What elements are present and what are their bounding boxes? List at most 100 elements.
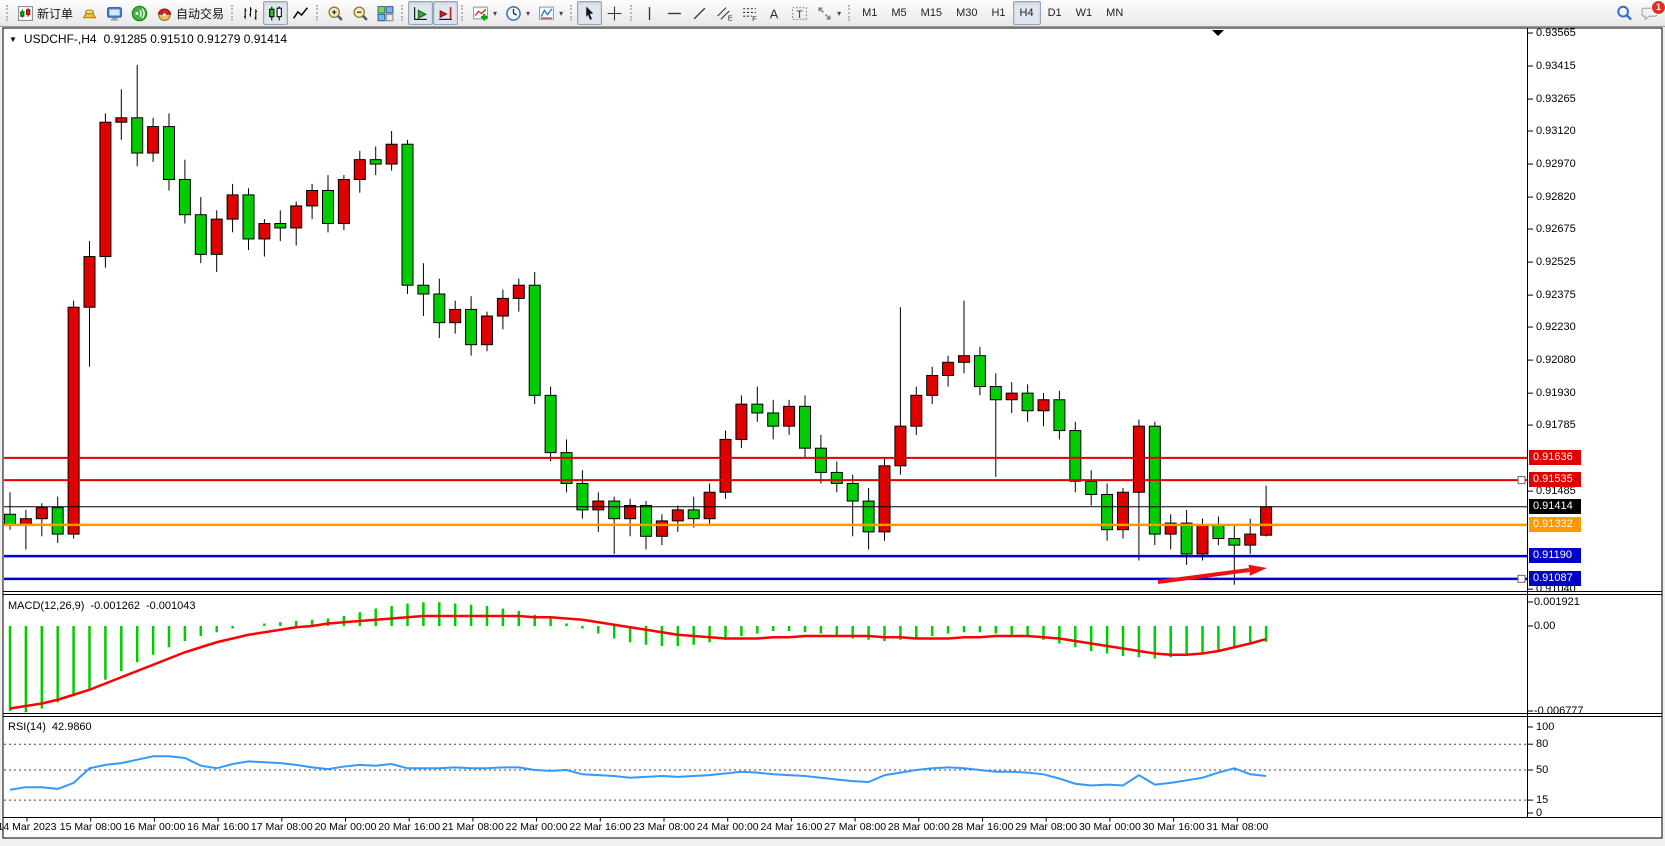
- candle-bearish: [752, 404, 763, 413]
- candle-bullish: [1006, 393, 1017, 400]
- candle-bearish: [800, 406, 811, 448]
- tf-h4-button[interactable]: H4: [1013, 1, 1041, 25]
- indicators-button[interactable]: ▾: [468, 1, 501, 25]
- line-chart-icon: [292, 5, 309, 22]
- trendline-icon: [691, 5, 708, 22]
- candle-bullish: [672, 510, 683, 521]
- candle-bearish: [1022, 393, 1033, 411]
- community-button[interactable]: [102, 1, 127, 25]
- tf-m5-button[interactable]: M5: [884, 1, 913, 25]
- candle-bullish: [895, 426, 906, 466]
- templates-icon: [538, 5, 555, 22]
- crosshair-button[interactable]: [602, 1, 627, 25]
- hline-anchor-marker[interactable]: [1518, 477, 1525, 484]
- macd-main-value: -0.001262: [90, 600, 140, 612]
- candlestick-chart-button[interactable]: [263, 1, 288, 25]
- chat-button[interactable]: 1: [1637, 1, 1662, 25]
- candle-bearish: [688, 510, 699, 519]
- cursor-button[interactable]: [577, 1, 602, 25]
- candle-bullish: [227, 195, 238, 219]
- candle-bullish: [1197, 525, 1208, 554]
- chart-shift-icon: [437, 5, 454, 22]
- auto-trading-icon: [156, 5, 173, 22]
- line-chart-button[interactable]: [288, 1, 313, 25]
- crosshair-icon: [606, 5, 623, 22]
- chart-shift-button[interactable]: [433, 1, 458, 25]
- candle-bearish: [52, 508, 63, 534]
- tf-d1-button[interactable]: D1: [1041, 1, 1069, 25]
- auto-scroll-button[interactable]: [408, 1, 433, 25]
- horizontal-line-button[interactable]: [662, 1, 687, 25]
- candle-bearish: [370, 160, 381, 164]
- candle-bearish: [847, 483, 858, 501]
- candle-bearish: [418, 285, 429, 294]
- tf-m5-button-label: M5: [888, 7, 909, 19]
- periods-dropdown-icon[interactable]: ▾: [526, 9, 530, 18]
- gold-button[interactable]: [77, 1, 102, 25]
- indicators-icon: [472, 5, 489, 22]
- tf-m1-button[interactable]: M1: [855, 1, 884, 25]
- cursor-icon: [581, 5, 598, 22]
- candle-bearish: [1054, 400, 1065, 431]
- svg-text:F: F: [752, 13, 757, 21]
- candle-bearish: [323, 190, 334, 223]
- rsi-value: 42.9860: [52, 721, 92, 733]
- candle-bullish: [736, 404, 747, 439]
- chart-dropdown-icon[interactable]: ▼: [9, 35, 17, 44]
- candle-bullish: [36, 508, 47, 519]
- zoom-in-button[interactable]: [323, 1, 348, 25]
- candle-bullish: [784, 406, 795, 426]
- zoom-in-icon: [327, 5, 344, 22]
- hline-anchor-marker[interactable]: [1518, 575, 1525, 582]
- fibonacci-button[interactable]: F: [737, 1, 762, 25]
- tf-w1-button[interactable]: W1: [1069, 1, 1100, 25]
- candle-bearish: [164, 127, 175, 180]
- channel-button[interactable]: E: [712, 1, 737, 25]
- toolbar-group-grip: [6, 5, 8, 21]
- macd-name: MACD(12,26,9): [8, 600, 84, 612]
- bar-chart-button[interactable]: [238, 1, 263, 25]
- tf-m30-button[interactable]: M30: [949, 1, 984, 25]
- tf-m15-button[interactable]: M15: [914, 1, 949, 25]
- candle-bearish: [1181, 523, 1192, 554]
- candle-bearish: [831, 472, 842, 483]
- candle-bullish: [625, 505, 636, 518]
- candle-bearish: [974, 356, 985, 387]
- candle-bearish: [1229, 539, 1240, 546]
- rsi-indicator-label: RSI(14) 42.9860: [8, 721, 92, 733]
- search-button[interactable]: [1612, 1, 1637, 25]
- tf-h1-button[interactable]: H1: [984, 1, 1012, 25]
- macd-signal-value: -0.001043: [146, 600, 196, 612]
- new-order-icon: [17, 5, 34, 22]
- trendline-button[interactable]: [687, 1, 712, 25]
- label-button[interactable]: T: [787, 1, 812, 25]
- tf-mn-button[interactable]: MN: [1099, 1, 1130, 25]
- chart-canvas[interactable]: [0, 0, 1665, 846]
- indicators-dropdown-icon[interactable]: ▾: [493, 9, 497, 18]
- candle-bullish: [720, 439, 731, 492]
- candle-bearish: [1086, 481, 1097, 494]
- vertical-line-button[interactable]: [637, 1, 662, 25]
- zoom-out-button[interactable]: [348, 1, 373, 25]
- candle-bullish: [148, 127, 159, 153]
- candle-bullish: [943, 362, 954, 375]
- candle-bullish: [84, 257, 95, 308]
- templates-dropdown-icon[interactable]: ▾: [559, 9, 563, 18]
- tile-windows-button[interactable]: [373, 1, 398, 25]
- candle-bullish: [879, 466, 890, 532]
- arrows-button[interactable]: ▾: [812, 1, 845, 25]
- templates-button[interactable]: ▾: [534, 1, 567, 25]
- bar-chart-icon: [242, 5, 259, 22]
- text-icon: A: [766, 5, 783, 22]
- auto-trading-button-label: 自动交易: [176, 5, 224, 22]
- main-toolbar: 新订单 自动交易 ▾ ▾ ▾ E F AT ▾ M1 M5 M15M30H1H4D1W1MN 1: [0, 0, 1665, 27]
- toolbar-group-grip: [630, 5, 632, 21]
- candle-bearish: [990, 387, 1001, 400]
- svg-text:A: A: [770, 6, 779, 21]
- periods-button[interactable]: ▾: [501, 1, 534, 25]
- signals-button[interactable]: [127, 1, 152, 25]
- auto-trading-button[interactable]: 自动交易: [152, 1, 228, 25]
- arrows-dropdown-icon[interactable]: ▾: [837, 9, 841, 18]
- text-button[interactable]: A: [762, 1, 787, 25]
- new-order-button[interactable]: 新订单: [13, 1, 77, 25]
